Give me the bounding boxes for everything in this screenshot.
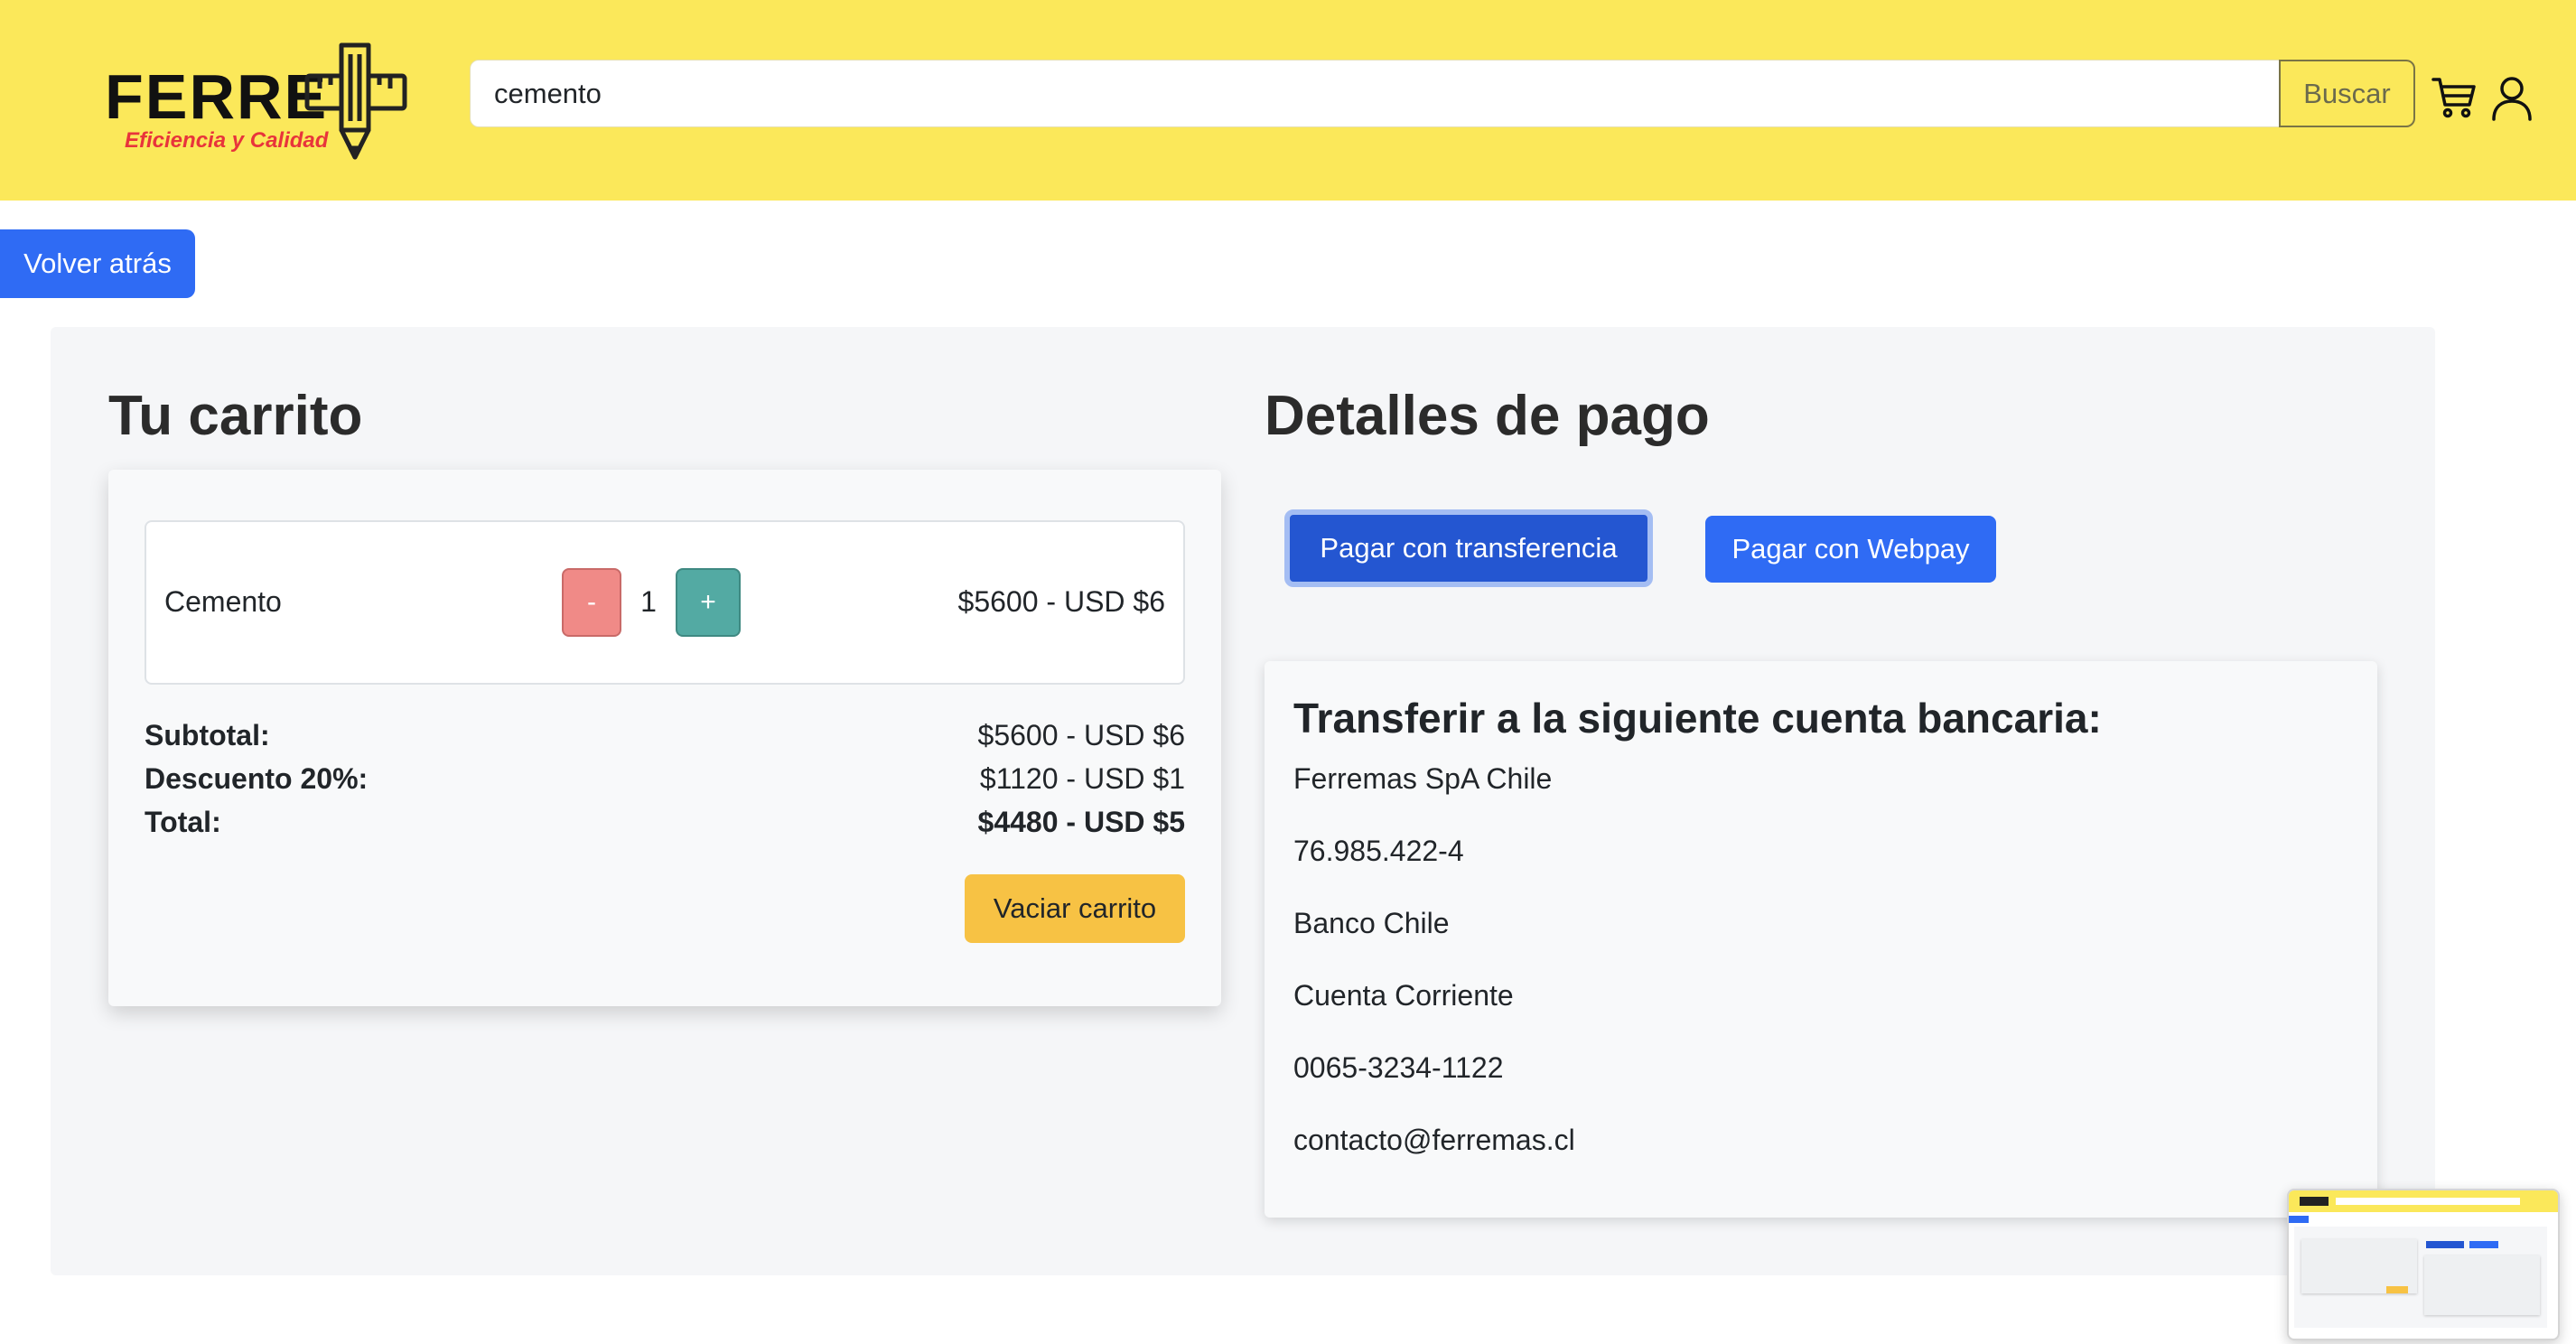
thumbnail-webpay-button [2469,1241,2498,1248]
back-button[interactable]: Volver atrás [0,229,195,298]
cart-item-price: $5600 - USD $6 [957,585,1165,618]
discount-value: $1120 - USD $1 [979,762,1185,795]
total-value: $4480 - USD $5 [977,806,1185,838]
screenshot-thumbnail[interactable] [2287,1189,2560,1340]
decrease-quantity-button[interactable]: - [562,568,621,637]
thumbnail-logo [2300,1197,2329,1206]
subtotal-value: $5600 - USD $6 [977,719,1185,751]
cart-item-name: Cemento [164,585,282,618]
cart-icon[interactable] [2431,76,2477,119]
thumbnail-back-button [2289,1216,2309,1223]
subtotal-label: Subtotal: [145,719,270,751]
top-header: FERRE Eficiencia y Calidad Buscar [0,0,2576,201]
bank-account-number: 0065-3234-1122 [1293,1051,1504,1084]
logo-tagline: Eficiencia y Calidad [125,128,329,153]
logo-wordmark: FERRE [105,61,329,132]
cart-item-quantity: 1 [640,585,657,618]
empty-cart-button[interactable]: Vaciar carrito [965,874,1185,943]
discount-label: Descuento 20%: [145,762,369,795]
total-label: Total: [145,806,221,838]
thumbnail-bank-card [2424,1255,2540,1315]
cart-title: Tu carrito [108,385,363,447]
search-button[interactable]: Buscar [2279,60,2415,127]
pay-transfer-button[interactable]: Pagar con transferencia [1284,509,1653,587]
thumbnail-transfer-button [2426,1241,2464,1248]
bank-account-type: Cuenta Corriente [1293,979,1514,1012]
pay-webpay-button[interactable]: Pagar con Webpay [1705,516,1996,583]
thumbnail-search [2336,1198,2520,1205]
user-icon[interactable] [2491,76,2533,121]
bank-company-name: Ferremas SpA Chile [1293,762,1553,795]
pencil-ruler-icon [304,42,407,160]
ferre-logo[interactable]: FERRE Eficiencia y Calidad [99,42,411,163]
thumbnail-cart-card [2301,1239,2417,1293]
bank-details-title: Transferir a la siguiente cuenta bancari… [1293,695,2102,742]
payment-title: Detalles de pago [1265,385,1710,447]
search-input[interactable] [470,60,2280,127]
bank-name: Banco Chile [1293,907,1450,939]
bank-rut: 76.985.422-4 [1293,835,1464,867]
bank-contact-email: contacto@ferremas.cl [1293,1124,1575,1156]
thumbnail-empty-cart-button [2386,1286,2408,1293]
increase-quantity-button[interactable]: + [676,568,741,637]
